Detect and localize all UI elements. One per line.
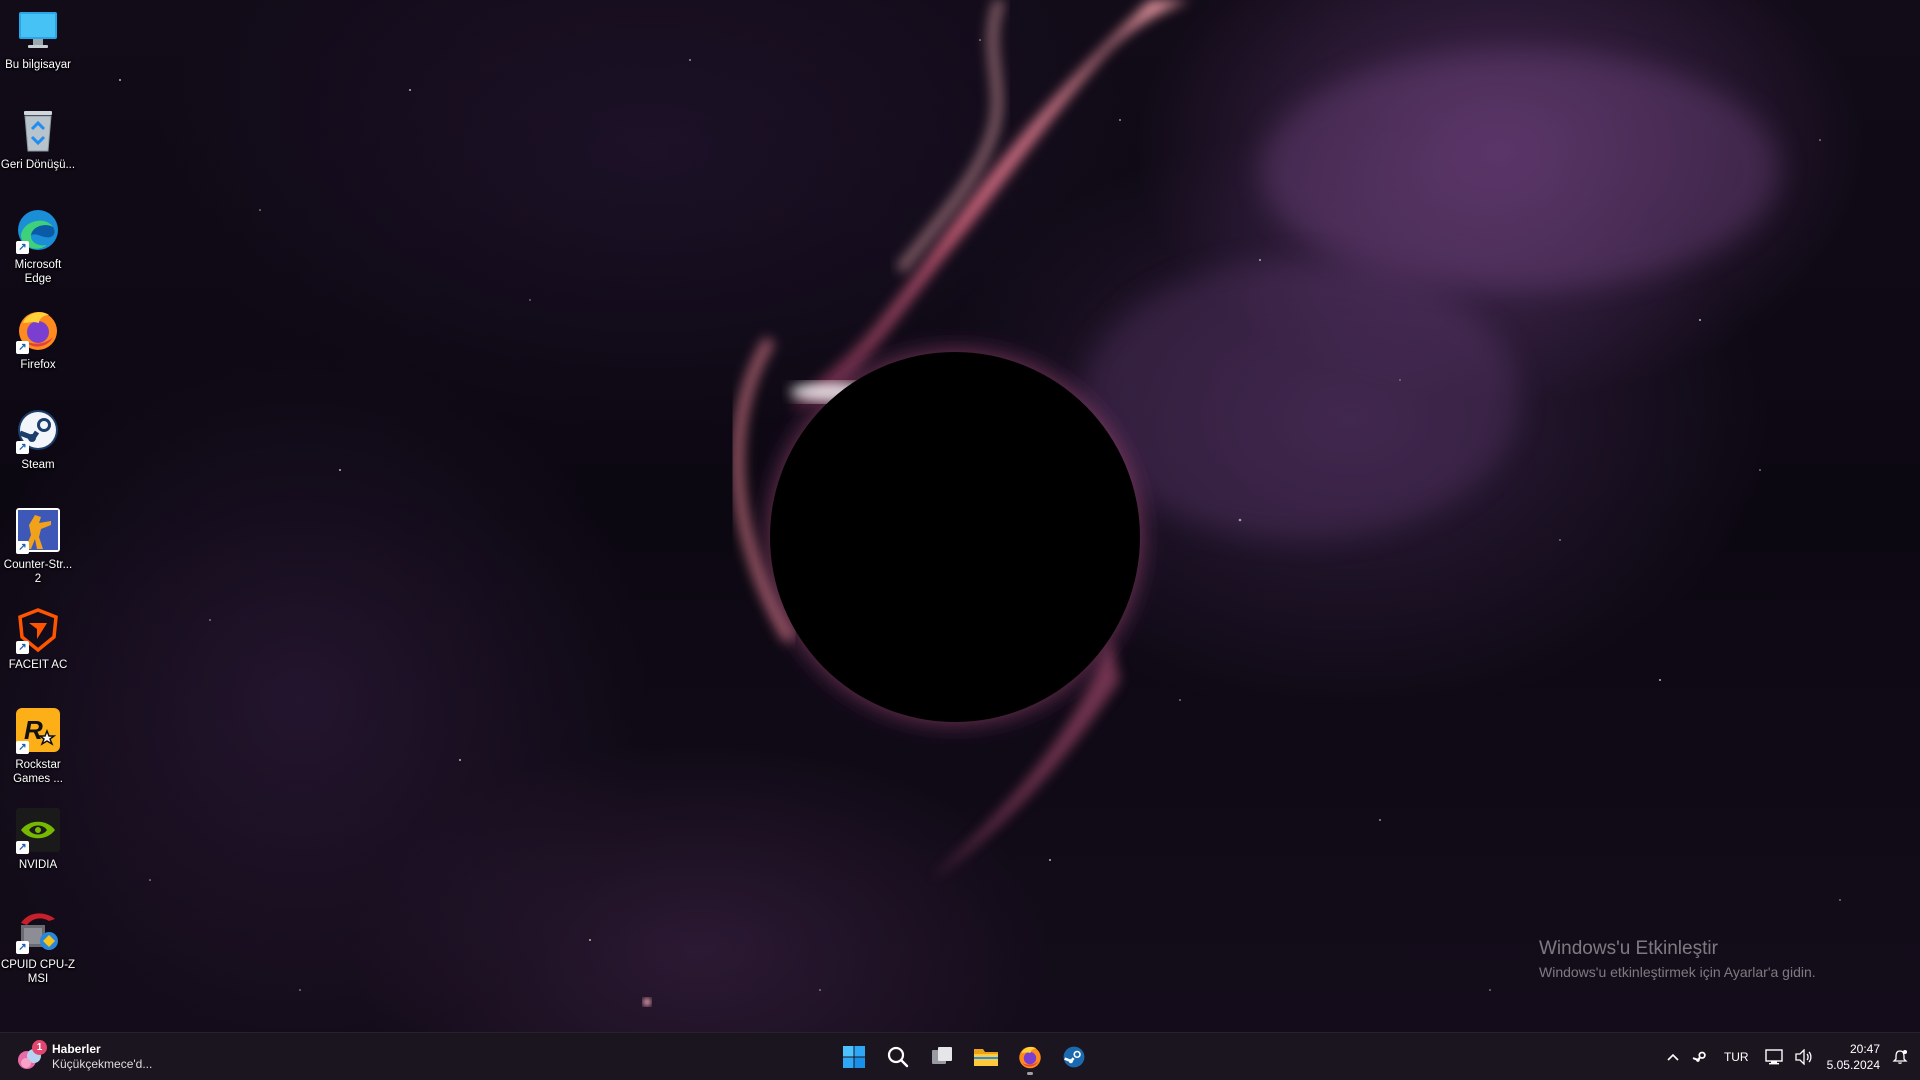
desktop-icon-rockstar-games[interactable]: R ↗ Rockstar Games ... bbox=[0, 706, 76, 786]
desktop-icon-firefox[interactable]: ↗ Firefox bbox=[0, 306, 76, 372]
nvidia-icon: ↗ bbox=[14, 806, 62, 854]
shortcut-arrow-icon: ↗ bbox=[16, 541, 29, 554]
steam-icon: ↗ bbox=[14, 406, 62, 454]
desktop-icon-microsoft-edge[interactable]: ↗ Microsoft Edge bbox=[0, 206, 76, 286]
task-view-icon bbox=[932, 1047, 952, 1064]
notification-center-button[interactable] bbox=[1888, 1037, 1920, 1077]
task-view-button[interactable] bbox=[920, 1037, 964, 1077]
taskbar: 1 Haberler Küçükçekmece'd... TUR 20:47 5… bbox=[0, 1032, 1920, 1080]
steam-taskbar-button[interactable] bbox=[1052, 1037, 1096, 1077]
taskbar-apps bbox=[832, 1037, 1096, 1077]
start-button[interactable] bbox=[832, 1037, 876, 1077]
running-indicator bbox=[1027, 1072, 1033, 1075]
clock-time: 20:47 bbox=[1849, 1042, 1880, 1056]
activation-subtitle: Windows'u etkinleştirmek için Ayarlar'a … bbox=[1539, 964, 1816, 980]
desktop-icon-label: FACEIT AC bbox=[8, 659, 68, 671]
windows-start-icon bbox=[843, 1046, 865, 1068]
desktop-icon-label: Bu bilgisayar bbox=[5, 59, 71, 71]
windows-activation-watermark: Windows'u Etkinleştir Windows'u etkinleş… bbox=[1539, 937, 1816, 981]
shortcut-arrow-icon: ↗ bbox=[16, 641, 29, 654]
clock-button[interactable]: 20:47 5.05.2024 bbox=[1819, 1041, 1888, 1073]
desktop-icon-label: Steam bbox=[21, 459, 55, 471]
black-hole-artwork bbox=[119, 0, 1841, 1006]
desktop-icon-label: CPUID CPU-Z MSI bbox=[0, 959, 76, 985]
desktop-icon-label: Counter-Str... 2 bbox=[3, 559, 73, 585]
recycle-bin-icon bbox=[14, 106, 62, 154]
folder-icon bbox=[974, 1049, 998, 1066]
desktop-icon-label: Geri Dönüşü... bbox=[0, 159, 76, 171]
system-tray: TUR 20:47 5.05.2024 bbox=[1660, 1037, 1920, 1077]
desktop-icon-this-pc[interactable]: Bu bilgisayar bbox=[0, 6, 76, 72]
news-subtitle: Küçükçekmece'd... bbox=[52, 1057, 153, 1071]
chevron-up-icon bbox=[1667, 1053, 1679, 1061]
desktop-icon-label: Microsoft Edge bbox=[14, 259, 62, 285]
news-widget-icon: 1 bbox=[16, 1040, 47, 1071]
desktop-icon-nvidia[interactable]: ↗ NVIDIA bbox=[0, 806, 76, 872]
shortcut-arrow-icon: ↗ bbox=[16, 441, 29, 454]
show-hidden-icons-button[interactable] bbox=[1660, 1037, 1686, 1077]
news-badge: 1 bbox=[32, 1040, 47, 1055]
desktop-icon-cpuid-cpu-z[interactable]: ↗ CPUID CPU-Z MSI bbox=[0, 906, 76, 986]
steam-icon bbox=[1692, 1051, 1706, 1062]
language-indicator[interactable]: TUR bbox=[1714, 1037, 1759, 1077]
desktop-icon-steam[interactable]: ↗ Steam bbox=[0, 406, 76, 472]
counter-strike-icon: ↗ bbox=[14, 506, 62, 554]
speaker-icon bbox=[1794, 1049, 1812, 1065]
monitor-icon bbox=[14, 6, 62, 54]
cpu-z-icon: ↗ bbox=[14, 906, 62, 954]
desktop-icon-faceit-ac[interactable]: ↗ FACEIT AC bbox=[0, 606, 76, 672]
edge-icon: ↗ bbox=[14, 206, 62, 254]
desktop-icon-counter-strike-2[interactable]: ↗ Counter-Str... 2 bbox=[0, 506, 76, 586]
desktop-icon-label: NVIDIA bbox=[18, 859, 58, 871]
shortcut-arrow-icon: ↗ bbox=[16, 341, 29, 354]
desktop-icon-label: Firefox bbox=[20, 359, 56, 371]
steam-tray-button[interactable] bbox=[1686, 1037, 1714, 1077]
notification-bell-icon bbox=[1892, 1050, 1908, 1064]
shortcut-arrow-icon: ↗ bbox=[16, 941, 29, 954]
shortcut-arrow-icon: ↗ bbox=[16, 241, 29, 254]
file-explorer-button[interactable] bbox=[964, 1037, 1008, 1077]
desktop-wallpaper bbox=[0, 0, 1920, 1032]
steam-icon bbox=[1063, 1046, 1085, 1068]
activation-title: Windows'u Etkinleştir bbox=[1539, 938, 1718, 959]
search-icon bbox=[887, 1046, 909, 1068]
shortcut-arrow-icon: ↗ bbox=[16, 741, 29, 754]
search-button[interactable] bbox=[876, 1037, 920, 1077]
faceit-icon: ↗ bbox=[14, 606, 62, 654]
volume-button[interactable] bbox=[1789, 1037, 1819, 1077]
firefox-icon bbox=[1019, 1046, 1041, 1069]
network-button[interactable] bbox=[1759, 1037, 1789, 1077]
desktop-icon-label: Rockstar Games ... bbox=[13, 759, 63, 785]
news-widget[interactable]: 1 Haberler Küçükçekmece'd... bbox=[16, 1037, 152, 1077]
desktop-icon-recycle-bin[interactable]: Geri Dönüşü... bbox=[0, 106, 76, 172]
shortcut-arrow-icon: ↗ bbox=[16, 841, 29, 854]
rockstar-icon: R ↗ bbox=[14, 706, 62, 754]
news-title: Haberler bbox=[52, 1042, 101, 1056]
firefox-icon: ↗ bbox=[14, 306, 62, 354]
firefox-taskbar-button[interactable] bbox=[1008, 1037, 1052, 1077]
network-icon bbox=[1764, 1049, 1783, 1065]
clock-date: 5.05.2024 bbox=[1826, 1058, 1880, 1072]
